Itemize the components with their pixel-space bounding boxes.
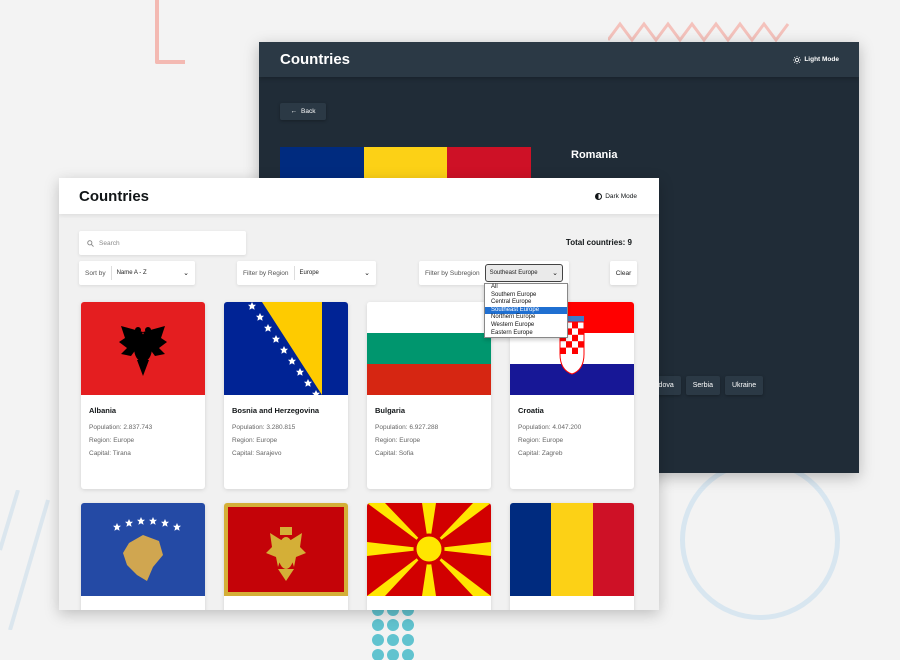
- arrow-left-icon: ←: [290, 108, 298, 115]
- country-region: Region: Europe: [518, 437, 564, 444]
- card-body: Bosnia and Herzegovina Population: 3.280.…: [224, 395, 348, 457]
- country-flag: [367, 503, 491, 596]
- card-body: Croatia Population: 4.047.200 Region: Euro…: [510, 395, 634, 457]
- country-grid: Albania Population: 2.837.743 Region: Euro…: [81, 302, 634, 610]
- subregion-label: Filter by Subregion: [425, 269, 480, 277]
- country-capital: Capital: Sofia: [375, 450, 414, 457]
- country-region: Region: Europe: [232, 437, 278, 444]
- country-card[interactable]: [510, 503, 634, 610]
- decorative-zigzag: [608, 21, 790, 42]
- chevron-down-icon: ⌄: [364, 270, 370, 277]
- light-list-window: Countries Dark Mode Search Total countri…: [59, 178, 659, 610]
- card-body: [224, 596, 348, 607]
- card-body: [510, 596, 634, 607]
- dark-app-title: Countries: [280, 51, 351, 68]
- country-flag: [81, 503, 205, 596]
- detail-country-name: Romania: [571, 149, 618, 161]
- search-icon: [87, 239, 94, 247]
- dark-mode-toggle[interactable]: Dark Mode: [595, 192, 637, 200]
- country-flag: [224, 503, 348, 596]
- region-value: Europe: [299, 270, 319, 276]
- dark-header: Countries Light Mode: [259, 42, 859, 77]
- clear-button[interactable]: Clear: [610, 261, 637, 285]
- border-country-tag[interactable]: Serbia: [685, 376, 720, 395]
- country-name: Croatia: [518, 406, 544, 415]
- subregion-option[interactable]: Southeast Europe: [485, 306, 567, 315]
- country-name: Bulgaria: [375, 406, 406, 415]
- country-region: Region: Europe: [89, 437, 135, 444]
- light-header: Countries Dark Mode: [59, 178, 659, 214]
- subregion-option[interactable]: All: [485, 284, 567, 292]
- back-label: Back: [301, 108, 316, 115]
- country-population: Population: 4.047.200: [518, 424, 582, 431]
- country-card[interactable]: Bulgaria Population: 6.927.288 Region: Eur…: [367, 302, 491, 489]
- divider: [110, 266, 112, 280]
- country-card[interactable]: [224, 503, 348, 610]
- subregion-dropdown-list: All Southern Europe Central Europe Southeas…: [484, 283, 568, 339]
- country-population: Population: 2.837.743: [89, 424, 153, 431]
- country-region: Region: Europe: [375, 437, 421, 444]
- country-card[interactable]: Albania Population: 2.837.743 Region: Euro…: [81, 302, 205, 489]
- decorative-circle: [680, 460, 840, 620]
- sort-label: Sort by: [85, 269, 106, 277]
- chevron-down-icon: ⌄: [183, 270, 189, 277]
- country-flag: [510, 503, 634, 596]
- subregion-option[interactable]: Eastern Europe: [485, 330, 567, 338]
- country-flag: [224, 302, 348, 395]
- subregion-value: Southeast Europe: [489, 270, 538, 276]
- border-country-tag[interactable]: Ukraine: [724, 376, 764, 395]
- search-input[interactable]: Search: [79, 231, 246, 255]
- card-body: [81, 596, 205, 607]
- decorative-dots: [372, 604, 422, 660]
- light-mode-label: Light Mode: [804, 56, 839, 63]
- subregion-select[interactable]: Filter by Subregion Southeast Europe ⌄: [419, 261, 569, 285]
- light-mode-toggle[interactable]: Light Mode: [793, 55, 839, 64]
- app-title: Countries: [79, 187, 150, 205]
- chevron-down-icon: ⌄: [552, 270, 558, 277]
- dark-mode-label: Dark Mode: [605, 192, 637, 200]
- back-button[interactable]: ← Back: [280, 103, 326, 120]
- country-name: Bosnia and Herzegovina: [232, 406, 320, 415]
- country-flag: [81, 302, 205, 395]
- total-countries: Total countries: 9: [565, 238, 632, 247]
- sort-select[interactable]: Sort by Name A - Z ⌄: [79, 261, 195, 285]
- country-card[interactable]: [81, 503, 205, 610]
- subregion-option[interactable]: Western Europe: [485, 322, 567, 330]
- sort-value: Name A - Z: [116, 270, 147, 276]
- country-population: Population: 3.280.815: [232, 424, 296, 431]
- country-population: Population: 6.927.288: [375, 424, 439, 431]
- card-body: [367, 596, 491, 607]
- border-countries: ldova Serbia Ukraine: [650, 376, 764, 395]
- country-capital: Capital: Zagreb: [518, 450, 563, 457]
- country-card[interactable]: [367, 503, 491, 610]
- sun-icon: [793, 55, 802, 64]
- half-moon-icon: [595, 192, 603, 200]
- subregion-option[interactable]: Southern Europe: [485, 292, 567, 300]
- subregion-option[interactable]: Northern Europe: [485, 314, 567, 322]
- country-capital: Capital: Sarajevo: [232, 450, 282, 457]
- region-select[interactable]: Filter by Region Europe ⌄: [237, 261, 376, 285]
- subregion-value-box[interactable]: Southeast Europe ⌄: [484, 264, 563, 282]
- search-placeholder: Search: [99, 239, 120, 247]
- country-card[interactable]: Bosnia and Herzegovina Population: 3.280.…: [224, 302, 348, 489]
- country-name: Albania: [89, 406, 117, 415]
- country-flag: [367, 302, 491, 395]
- divider: [293, 266, 295, 280]
- decorative-l-shape: [155, 0, 185, 64]
- country-capital: Capital: Tirana: [89, 450, 131, 457]
- card-body: Bulgaria Population: 6.927.288 Region: Eur…: [367, 395, 491, 457]
- card-body: Albania Population: 2.837.743 Region: Euro…: [81, 395, 205, 457]
- region-label: Filter by Region: [243, 269, 289, 277]
- decorative-lines: [0, 490, 50, 630]
- subregion-option[interactable]: Central Europe: [485, 299, 567, 307]
